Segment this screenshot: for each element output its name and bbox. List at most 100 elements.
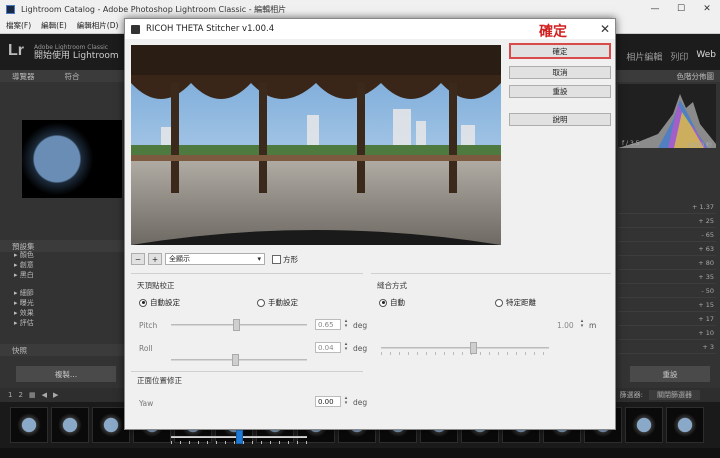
navigator-header[interactable]: 導覽器 符合 xyxy=(0,70,124,82)
zenith-auto-label: 自動設定 xyxy=(150,298,180,307)
window-close-icon[interactable]: ✕ xyxy=(694,4,720,14)
divider xyxy=(131,371,363,372)
theta-app-icon xyxy=(131,24,140,34)
back-icon[interactable]: ◀ xyxy=(42,391,47,399)
left-panel: 導覽器 符合 xyxy=(0,70,124,388)
radio-dot-selected[interactable] xyxy=(379,298,387,307)
distance-spinner[interactable]: ▴ ▾ xyxy=(579,319,585,330)
filmstrip-thumbnail[interactable] xyxy=(625,407,663,443)
roll-slider-thumb[interactable] xyxy=(232,354,239,366)
slider-value[interactable]: + 35 xyxy=(618,270,716,284)
distance-slider[interactable] xyxy=(381,342,549,355)
stitcher-dialog: RICOH THETA Stitcher v1.00.4 確定 ✕ 確定 取消 … xyxy=(124,18,616,444)
zoom-select[interactable]: 全顯示 ▾ xyxy=(165,253,265,265)
zoom-out-button[interactable]: − xyxy=(131,253,145,265)
forward-icon[interactable]: ▶ xyxy=(53,391,58,399)
menu-develop[interactable]: 編輯相片(D) xyxy=(77,20,119,31)
yaw-input[interactable]: 0.00 xyxy=(315,396,341,407)
divider xyxy=(131,273,363,274)
stitch-title: 縫合方式 xyxy=(377,281,407,290)
zenith-manual-radio[interactable]: 手動設定 xyxy=(257,297,298,308)
filmstrip-thumbnail[interactable] xyxy=(666,407,704,443)
slider-value[interactable]: + 63 xyxy=(618,242,716,256)
stitch-auto-radio[interactable]: 自動 xyxy=(379,297,405,308)
filmstrip-thumbnail[interactable] xyxy=(10,407,48,443)
filmstrip-thumbnail[interactable] xyxy=(51,407,89,443)
module-print[interactable]: 列印 xyxy=(670,50,688,63)
slider-value[interactable]: + 80 xyxy=(618,256,716,270)
histogram-shutter: 1/500 秒 xyxy=(686,142,712,149)
copy-button[interactable]: 複製... xyxy=(16,366,116,382)
slider-value[interactable]: - 65 xyxy=(618,228,716,242)
yaw-slider[interactable] xyxy=(171,430,307,444)
module-develop[interactable]: 相片編輯 xyxy=(626,50,662,63)
yaw-label: Yaw xyxy=(139,399,154,408)
zoom-controls: − + 全顯示 ▾ 方形 xyxy=(131,253,298,265)
roll-spinner[interactable]: ▴ ▾ xyxy=(343,342,349,353)
maximize-icon[interactable]: ☐ xyxy=(668,4,694,14)
filter-label: 篩選器: xyxy=(619,391,643,399)
distance-unit: m xyxy=(589,321,597,330)
bottom-bar xyxy=(0,448,720,458)
lightroom-titlebar: Lightroom Catalog - Adobe Photoshop Ligh… xyxy=(0,0,720,18)
zenith-title: 天頂點校正 xyxy=(137,281,175,290)
menu-file[interactable]: 檔案(F) xyxy=(6,20,31,31)
zoom-select-value: 全顯示 xyxy=(169,255,190,263)
square-checkbox[interactable]: 方形 xyxy=(272,254,298,265)
slider-value[interactable]: + 25 xyxy=(618,214,716,228)
navigator-thumbnail[interactable] xyxy=(22,120,122,198)
filter-select[interactable]: 關閉篩選器 xyxy=(649,390,700,400)
slider-value[interactable]: + 1.37 xyxy=(618,200,716,214)
roll-slider[interactable] xyxy=(171,354,307,366)
slider-value[interactable]: + 10 xyxy=(618,326,716,340)
divider xyxy=(371,273,611,274)
zenith-auto-radio[interactable]: 自動設定 xyxy=(139,297,180,308)
stitch-distance-radio[interactable]: 特定距離 xyxy=(495,297,536,308)
module-web[interactable]: Web xyxy=(696,50,716,63)
navigator-fit[interactable]: 符合 xyxy=(65,71,80,82)
chevron-down-icon: ▾ xyxy=(257,255,261,263)
panorama-preview[interactable] xyxy=(131,45,501,245)
checkbox-box[interactable] xyxy=(272,254,281,264)
filmstrip-page-2[interactable]: 2 xyxy=(18,391,22,399)
close-icon[interactable]: ✕ xyxy=(597,21,613,37)
yaw-spinner[interactable]: ▴ ▾ xyxy=(343,396,349,407)
pitch-spinner[interactable]: ▴ ▾ xyxy=(343,319,349,330)
roll-input[interactable]: 0.04 xyxy=(315,342,341,353)
snapshots-header[interactable]: 快照 xyxy=(0,344,124,356)
cancel-button[interactable]: 取消 xyxy=(509,66,611,79)
pitch-input[interactable]: 0.65 xyxy=(315,319,341,330)
preset-item[interactable]: ▸ 黑白 xyxy=(14,270,124,280)
grid-icon[interactable]: ▦ xyxy=(29,391,36,399)
panorama-image xyxy=(131,45,501,245)
pitch-slider[interactable] xyxy=(171,319,307,331)
preset-item[interactable]: ▸ 顏色 xyxy=(14,250,124,260)
filmstrip-page-1[interactable]: 1 xyxy=(8,391,12,399)
preset-item[interactable]: ▸ 效果 xyxy=(14,308,124,318)
slider-value[interactable]: - 50 xyxy=(618,284,716,298)
slider-value[interactable]: + 3 xyxy=(618,340,716,354)
help-button[interactable]: 說明 xyxy=(509,113,611,126)
radio-dot[interactable] xyxy=(495,298,503,307)
pitch-slider-thumb[interactable] xyxy=(233,319,240,331)
distance-value[interactable]: 1.00 xyxy=(557,321,574,330)
reset-button[interactable]: 重設 xyxy=(630,366,710,382)
direction-title: 正面位置修正 xyxy=(137,376,182,385)
preset-item[interactable]: ▸ 曝光 xyxy=(14,298,124,308)
radio-dot-selected[interactable] xyxy=(139,298,147,307)
ok-button[interactable]: 確定 xyxy=(509,43,611,59)
slider-value[interactable]: + 15 xyxy=(618,298,716,312)
preset-item[interactable]: ▸ 創意 xyxy=(14,260,124,270)
distance-slider-thumb[interactable] xyxy=(470,342,477,354)
histogram-header[interactable]: 色階分佈圖 xyxy=(616,70,720,82)
radio-dot[interactable] xyxy=(257,298,265,307)
preset-item[interactable]: ▸ 細節 xyxy=(14,288,124,298)
minimize-icon[interactable]: — xyxy=(642,4,668,14)
yaw-slider-thumb[interactable] xyxy=(236,430,243,444)
slider-value[interactable]: + 17 xyxy=(618,312,716,326)
histogram: f / 3.5 1/500 秒 xyxy=(618,84,716,149)
reset-button[interactable]: 重設 xyxy=(509,85,611,98)
menu-edit[interactable]: 編輯(E) xyxy=(41,20,67,31)
zoom-in-button[interactable]: + xyxy=(148,253,162,265)
preset-item[interactable]: ▸ 評估 xyxy=(14,318,124,328)
